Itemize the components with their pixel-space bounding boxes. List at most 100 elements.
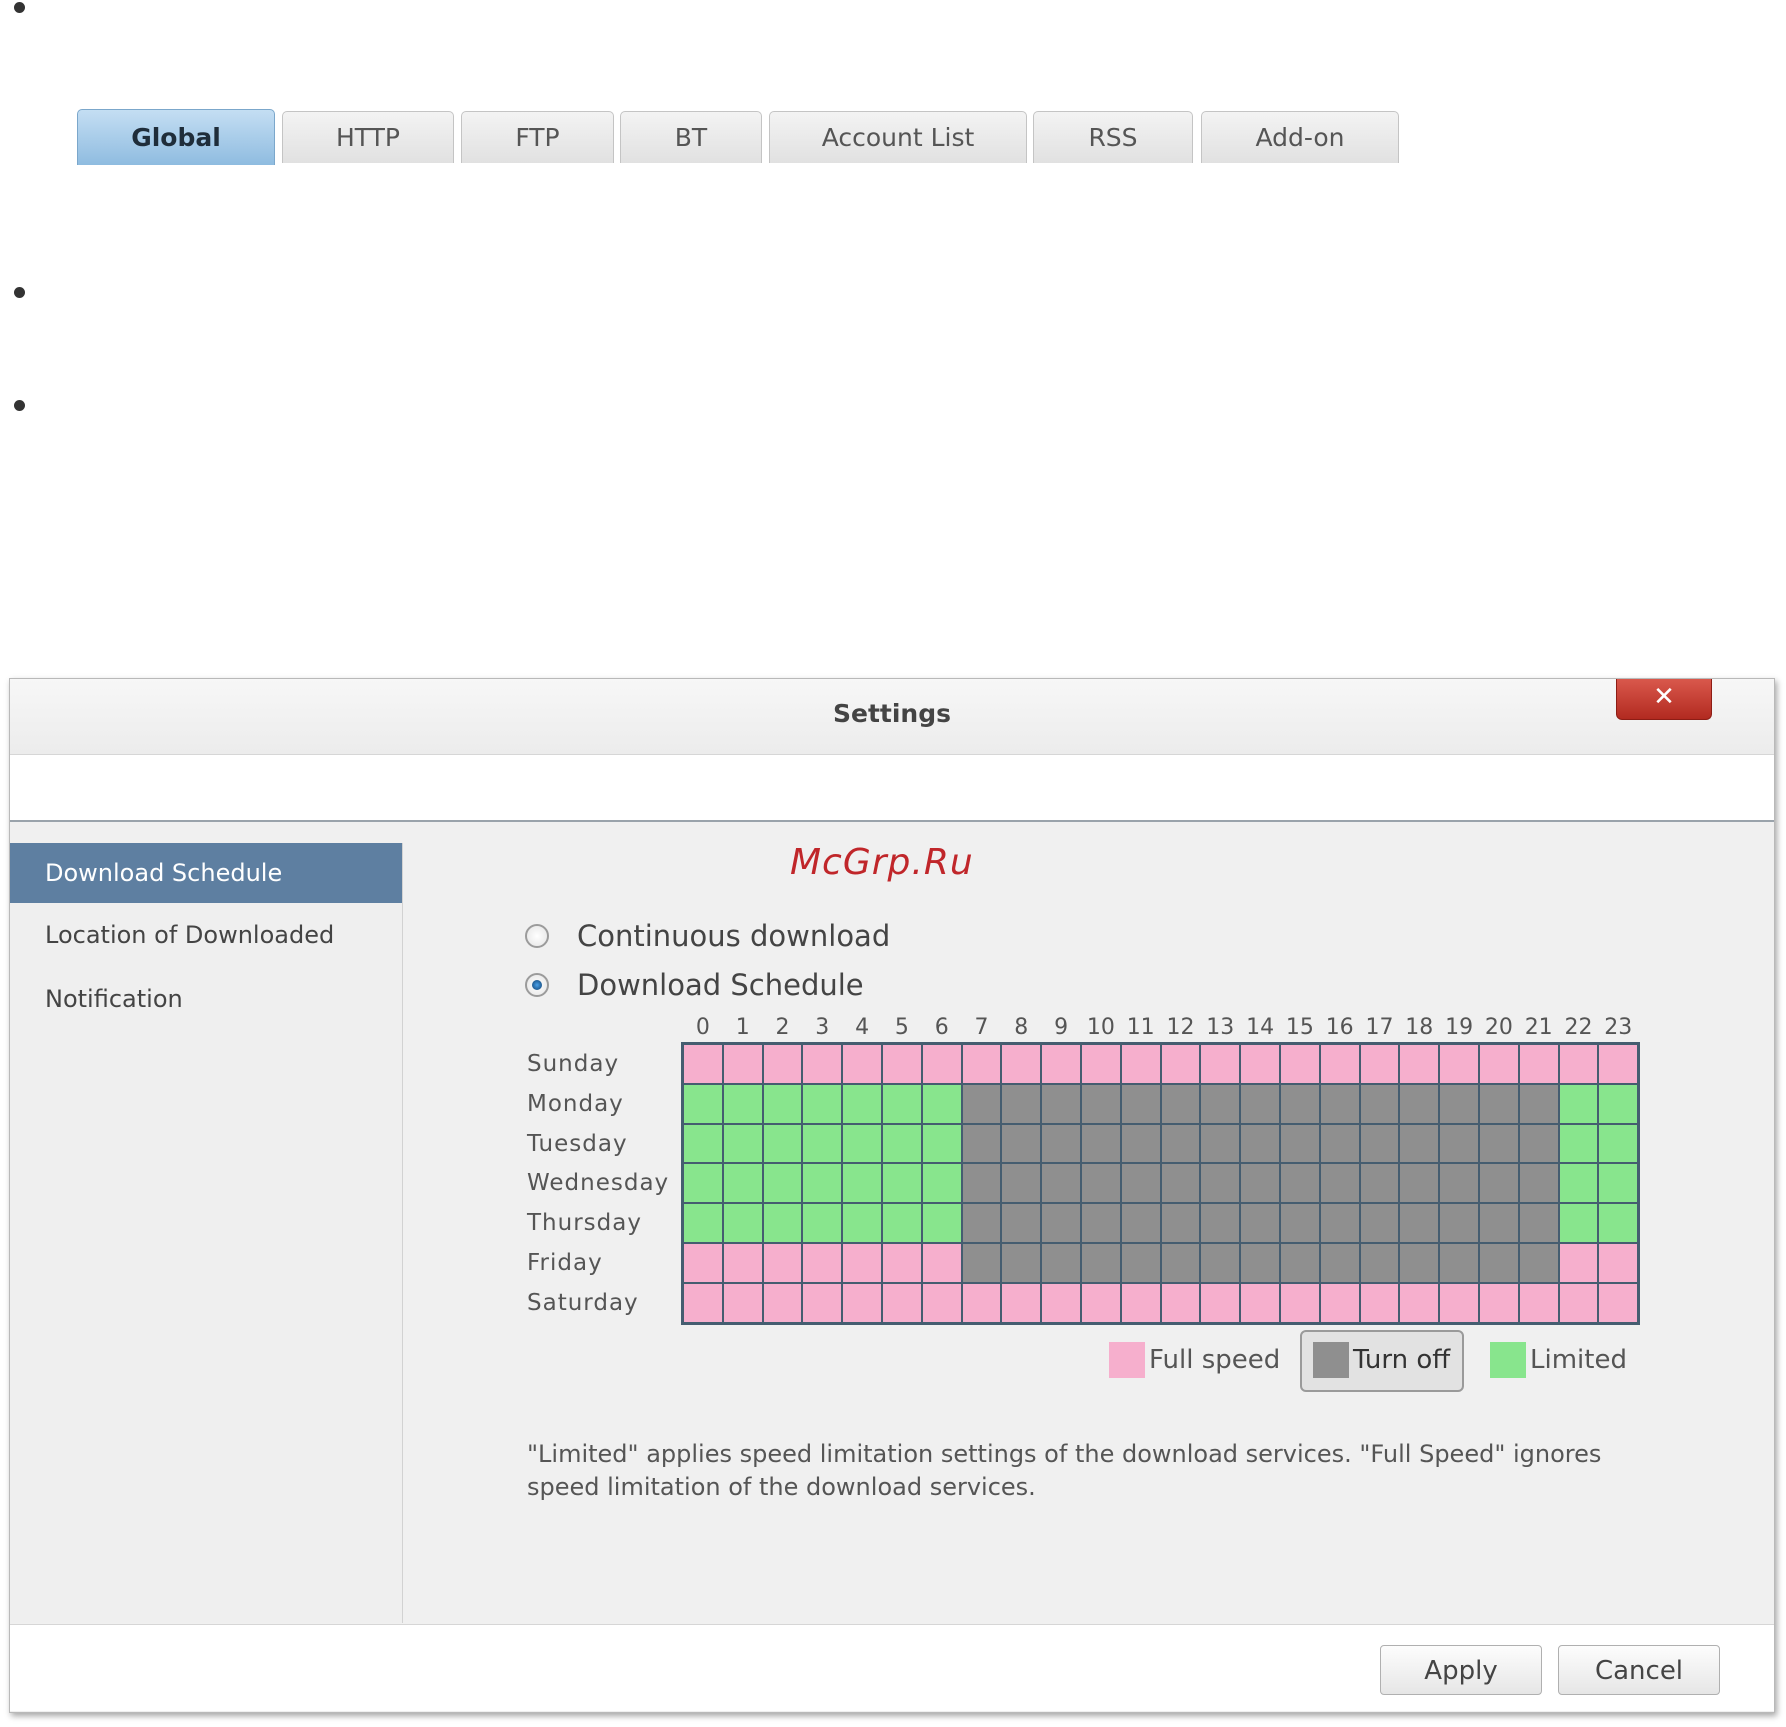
schedule-cell-tuesday-20[interactable] [1480,1124,1518,1163]
schedule-cell-friday-11[interactable] [1121,1244,1160,1282]
schedule-cell-monday-11[interactable] [1121,1084,1160,1123]
schedule-cell-sunday-4[interactable] [843,1045,881,1083]
tab-rss[interactable]: RSS [1033,111,1193,163]
schedule-cell-thursday-4[interactable] [843,1204,881,1242]
schedule-cell-thursday-22[interactable] [1559,1204,1598,1242]
schedule-cell-monday-14[interactable] [1241,1084,1279,1123]
schedule-cell-thursday-23[interactable] [1599,1204,1638,1242]
schedule-cell-monday-17[interactable] [1360,1084,1399,1123]
schedule-cell-monday-22[interactable] [1559,1084,1598,1123]
schedule-cell-wednesday-0[interactable] [684,1164,722,1203]
schedule-cell-saturday-0[interactable] [684,1283,722,1322]
schedule-cell-tuesday-1[interactable] [723,1124,762,1163]
schedule-cell-wednesday-13[interactable] [1201,1164,1240,1203]
schedule-cell-monday-6[interactable] [922,1084,961,1123]
schedule-cell-monday-5[interactable] [883,1084,921,1123]
tab-add-on[interactable]: Add-on [1201,111,1399,163]
schedule-cell-sunday-14[interactable] [1241,1045,1279,1083]
schedule-cell-wednesday-4[interactable] [843,1164,881,1203]
schedule-cell-wednesday-1[interactable] [723,1164,762,1203]
schedule-cell-saturday-14[interactable] [1241,1283,1279,1322]
schedule-cell-sunday-22[interactable] [1559,1045,1598,1083]
schedule-cell-wednesday-22[interactable] [1559,1164,1598,1203]
schedule-cell-tuesday-18[interactable] [1400,1124,1439,1163]
schedule-cell-thursday-6[interactable] [922,1204,961,1242]
sidebar-item-download-schedule[interactable]: Download Schedule [10,843,402,903]
schedule-cell-monday-20[interactable] [1480,1084,1518,1123]
schedule-cell-thursday-8[interactable] [1002,1204,1041,1242]
schedule-cell-tuesday-8[interactable] [1002,1124,1041,1163]
schedule-cell-sunday-7[interactable] [962,1045,1001,1083]
schedule-cell-thursday-9[interactable] [1042,1204,1080,1242]
schedule-cell-wednesday-15[interactable] [1281,1164,1319,1203]
schedule-cell-friday-21[interactable] [1519,1244,1558,1282]
schedule-cell-wednesday-7[interactable] [962,1164,1001,1203]
schedule-cell-friday-12[interactable] [1161,1244,1200,1282]
schedule-cell-thursday-13[interactable] [1201,1204,1240,1242]
schedule-cell-monday-10[interactable] [1082,1084,1120,1123]
schedule-cell-saturday-4[interactable] [843,1283,881,1322]
schedule-cell-friday-15[interactable] [1281,1244,1319,1282]
schedule-cell-saturday-17[interactable] [1360,1283,1399,1322]
schedule-cell-saturday-19[interactable] [1440,1283,1478,1322]
legend-turn-off[interactable]: Turn off [1313,1340,1450,1380]
schedule-cell-tuesday-11[interactable] [1121,1124,1160,1163]
sidebar-item-location-of-downloaded[interactable]: Location of Downloaded [10,905,402,965]
schedule-cell-wednesday-18[interactable] [1400,1164,1439,1203]
schedule-cell-saturday-23[interactable] [1599,1283,1638,1322]
schedule-cell-saturday-10[interactable] [1082,1283,1120,1322]
schedule-cell-friday-20[interactable] [1480,1244,1518,1282]
schedule-cell-monday-1[interactable] [723,1084,762,1123]
schedule-cell-wednesday-12[interactable] [1161,1164,1200,1203]
schedule-cell-thursday-0[interactable] [684,1204,722,1242]
close-button[interactable]: ✕ [1616,679,1712,720]
schedule-cell-sunday-5[interactable] [883,1045,921,1083]
schedule-cell-wednesday-23[interactable] [1599,1164,1638,1203]
legend-full-speed[interactable]: Full speed [1109,1340,1280,1380]
schedule-cell-saturday-3[interactable] [803,1283,842,1322]
schedule-cell-friday-14[interactable] [1241,1244,1279,1282]
schedule-cell-thursday-5[interactable] [883,1204,921,1242]
schedule-cell-saturday-12[interactable] [1161,1283,1200,1322]
sidebar-item-notification[interactable]: Notification [10,969,402,1029]
schedule-cell-monday-16[interactable] [1320,1084,1359,1123]
schedule-cell-sunday-15[interactable] [1281,1045,1319,1083]
schedule-cell-monday-7[interactable] [962,1084,1001,1123]
schedule-cell-friday-16[interactable] [1320,1244,1359,1282]
schedule-cell-thursday-2[interactable] [763,1204,802,1242]
schedule-cell-thursday-21[interactable] [1519,1204,1558,1242]
schedule-grid[interactable] [681,1042,1641,1325]
schedule-cell-friday-7[interactable] [962,1244,1001,1282]
schedule-cell-wednesday-9[interactable] [1042,1164,1080,1203]
schedule-cell-friday-5[interactable] [883,1244,921,1282]
schedule-cell-friday-0[interactable] [684,1244,722,1282]
schedule-cell-wednesday-5[interactable] [883,1164,921,1203]
schedule-cell-tuesday-10[interactable] [1082,1124,1120,1163]
schedule-cell-thursday-3[interactable] [803,1204,842,1242]
schedule-cell-saturday-15[interactable] [1281,1283,1319,1322]
schedule-cell-tuesday-15[interactable] [1281,1124,1319,1163]
schedule-cell-sunday-10[interactable] [1082,1045,1120,1083]
schedule-cell-saturday-20[interactable] [1480,1283,1518,1322]
schedule-cell-wednesday-20[interactable] [1480,1164,1518,1203]
schedule-cell-sunday-19[interactable] [1440,1045,1478,1083]
schedule-cell-tuesday-12[interactable] [1161,1124,1200,1163]
schedule-cell-sunday-20[interactable] [1480,1045,1518,1083]
schedule-cell-saturday-13[interactable] [1201,1283,1240,1322]
schedule-cell-sunday-12[interactable] [1161,1045,1200,1083]
schedule-cell-tuesday-19[interactable] [1440,1124,1478,1163]
schedule-cell-sunday-8[interactable] [1002,1045,1041,1083]
schedule-cell-saturday-18[interactable] [1400,1283,1439,1322]
schedule-cell-friday-18[interactable] [1400,1244,1439,1282]
schedule-cell-thursday-20[interactable] [1480,1204,1518,1242]
schedule-cell-thursday-10[interactable] [1082,1204,1120,1242]
download-schedule-option[interactable]: Download Schedule [525,965,864,1005]
schedule-cell-friday-4[interactable] [843,1244,881,1282]
schedule-cell-monday-0[interactable] [684,1084,722,1123]
schedule-cell-tuesday-14[interactable] [1241,1124,1279,1163]
schedule-cell-monday-4[interactable] [843,1084,881,1123]
schedule-cell-wednesday-6[interactable] [922,1164,961,1203]
download-schedule-radio[interactable] [525,973,549,997]
schedule-cell-thursday-17[interactable] [1360,1204,1399,1242]
schedule-cell-friday-2[interactable] [763,1244,802,1282]
